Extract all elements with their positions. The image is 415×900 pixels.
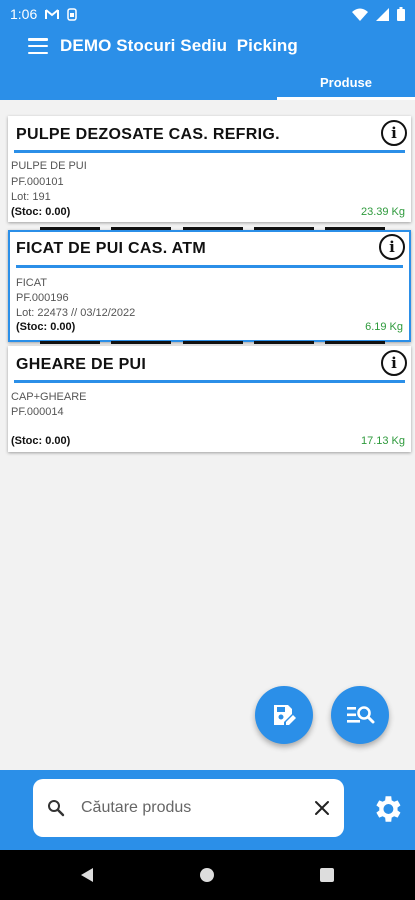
product-stock: (Stoc: 0.00) — [11, 206, 71, 218]
app-bar: DEMO Stocuri Sediu Picking — [0, 28, 415, 64]
edit-document-icon — [274, 705, 296, 725]
product-description: FICAT — [16, 277, 47, 289]
product-quantity: 6.19 Kg — [365, 321, 403, 333]
card-divider — [14, 150, 405, 153]
product-stock: (Stoc: 0.00) — [11, 435, 71, 447]
product-code: PF.000014 — [11, 406, 64, 418]
recents-icon[interactable] — [319, 867, 335, 883]
product-lot: Lot: 22473 // 03/12/2022 — [16, 307, 136, 319]
signal-icon — [376, 7, 389, 21]
selection-indicator-bottom — [40, 341, 385, 344]
product-name: PULPE DEZOSATE CAS. REFRIG. — [16, 126, 280, 143]
status-bar: 1:06 — [0, 0, 415, 28]
product-code: PF.000196 — [16, 292, 69, 304]
tab-produse[interactable]: Produse — [277, 64, 415, 100]
product-card-selected[interactable]: FICAT DE PUI CAS. ATM i FICAT PF.000196 … — [8, 230, 411, 342]
search-box — [33, 779, 344, 837]
wifi-icon — [352, 8, 368, 21]
product-card[interactable]: GHEARE DE PUI i CAP+GHEARE PF.000014 (St… — [8, 346, 411, 452]
product-description: CAP+GHEARE — [11, 391, 87, 403]
battery-icon — [397, 7, 405, 21]
product-name: GHEARE DE PUI — [16, 356, 147, 373]
search-list-button[interactable] — [331, 686, 389, 744]
navigation-bar — [0, 850, 415, 900]
product-description: PULPE DE PUI — [11, 160, 87, 172]
home-icon[interactable] — [199, 867, 215, 883]
bottom-bar — [0, 770, 415, 850]
card-divider — [16, 265, 403, 268]
app-title: DEMO Stocuri Sediu Picking — [60, 36, 298, 55]
gmail-icon — [45, 8, 60, 19]
product-name: FICAT DE PUI CAS. ATM — [16, 240, 206, 257]
clear-icon[interactable] — [314, 800, 330, 816]
product-stock: (Stoc: 0.00) — [16, 321, 76, 333]
info-icon[interactable]: i — [379, 234, 405, 260]
search-list-icon — [347, 706, 375, 724]
product-card[interactable]: PULPE DEZOSATE CAS. REFRIG. i PULPE DE P… — [8, 116, 411, 222]
sim-icon — [67, 7, 77, 21]
back-icon[interactable] — [79, 867, 95, 883]
search-icon — [48, 800, 65, 817]
search-input[interactable] — [81, 799, 314, 817]
settings-icon[interactable] — [370, 792, 404, 826]
status-time: 1:06 — [10, 6, 38, 22]
info-icon[interactable]: i — [381, 350, 407, 376]
tab-bar: Produse — [0, 64, 415, 100]
edit-document-button[interactable] — [255, 686, 313, 744]
menu-icon[interactable] — [28, 38, 48, 54]
product-code: PF.000101 — [11, 176, 64, 188]
product-quantity: 17.13 Kg — [360, 435, 405, 447]
product-quantity: 23.39 Kg — [360, 206, 405, 218]
product-lot: Lot: 191 — [11, 191, 51, 203]
info-icon[interactable]: i — [381, 120, 407, 146]
card-divider — [14, 380, 405, 383]
